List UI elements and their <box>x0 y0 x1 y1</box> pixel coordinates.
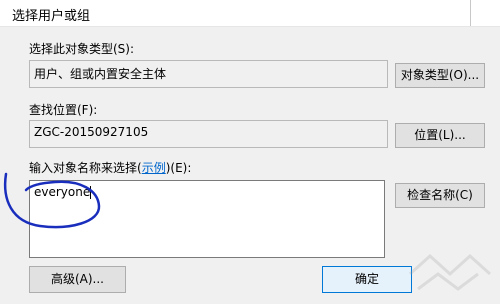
object-types-button[interactable]: 对象类型(O)... <box>395 63 485 88</box>
locations-button[interactable]: 位置(L)... <box>395 123 485 148</box>
ok-button[interactable]: 确定 <box>322 266 412 293</box>
check-names-button[interactable]: 检查名称(C) <box>395 183 485 208</box>
object-names-label: 输入对象名称来选择(示例)(E): <box>29 159 191 176</box>
object-type-field: 用户、组或内置安全主体 <box>29 60 388 88</box>
examples-link[interactable]: 示例 <box>142 161 166 175</box>
dialog-body: 选择此对象类型(S): 用户、组或内置安全主体 对象类型(O)... 查找位置(… <box>0 27 500 304</box>
object-names-label-post: )(E): <box>165 161 192 175</box>
text-caret <box>90 186 92 199</box>
object-type-label: 选择此对象类型(S): <box>29 42 135 56</box>
location-field: ZGC-20150927105 <box>29 120 388 148</box>
title-bar-edge <box>470 0 500 26</box>
window-title: 选择用户或组 <box>12 9 91 24</box>
object-names-label-pre: 输入对象名称来选择( <box>29 161 142 175</box>
object-names-input[interactable]: everyone <box>29 180 385 258</box>
location-label: 查找位置(F): <box>29 103 98 117</box>
object-names-value: everyone <box>34 185 91 199</box>
title-bar: 选择用户或组 <box>0 0 500 27</box>
advanced-button[interactable]: 高级(A)... <box>29 266 126 293</box>
